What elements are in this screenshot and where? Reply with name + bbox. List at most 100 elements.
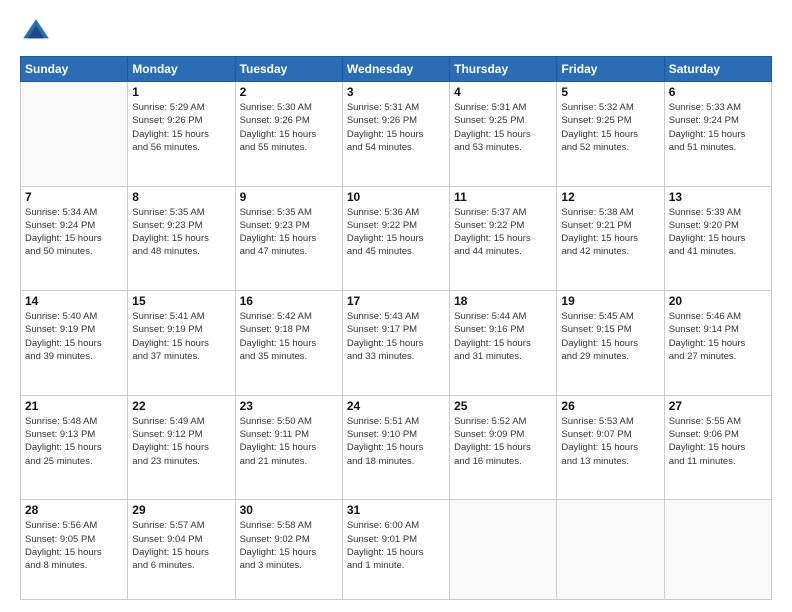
day-info: Sunrise: 5:38 AM Sunset: 9:21 PM Dayligh… (561, 206, 659, 259)
day-info: Sunrise: 5:55 AM Sunset: 9:06 PM Dayligh… (669, 415, 767, 468)
day-info: Sunrise: 5:35 AM Sunset: 9:23 PM Dayligh… (240, 206, 338, 259)
day-number: 6 (669, 85, 767, 99)
day-info: Sunrise: 5:31 AM Sunset: 9:25 PM Dayligh… (454, 101, 552, 154)
page: SundayMondayTuesdayWednesdayThursdayFrid… (0, 0, 792, 612)
day-number: 29 (132, 503, 230, 517)
calendar-cell: 15 Sunrise: 5:41 AM Sunset: 9:19 PM Dayli… (128, 291, 235, 396)
day-info: Sunrise: 5:31 AM Sunset: 9:26 PM Dayligh… (347, 101, 445, 154)
day-number: 27 (669, 399, 767, 413)
calendar-cell: 10 Sunrise: 5:36 AM Sunset: 9:22 PM Dayli… (342, 186, 449, 291)
day-info: Sunrise: 5:37 AM Sunset: 9:22 PM Dayligh… (454, 206, 552, 259)
day-number: 16 (240, 294, 338, 308)
calendar-cell: 20 Sunrise: 5:46 AM Sunset: 9:14 PM Dayli… (664, 291, 771, 396)
day-info: Sunrise: 5:41 AM Sunset: 9:19 PM Dayligh… (132, 310, 230, 363)
calendar-header-saturday: Saturday (664, 57, 771, 82)
day-info: Sunrise: 5:53 AM Sunset: 9:07 PM Dayligh… (561, 415, 659, 468)
calendar-cell: 2 Sunrise: 5:30 AM Sunset: 9:26 PM Daylig… (235, 82, 342, 187)
day-number: 5 (561, 85, 659, 99)
calendar-cell: 26 Sunrise: 5:53 AM Sunset: 9:07 PM Dayli… (557, 395, 664, 500)
calendar-cell: 17Sunrise: 5:43 AM Sunset: 9:17 PM Dayli… (342, 291, 449, 396)
day-number: 1 (132, 85, 230, 99)
day-number: 30 (240, 503, 338, 517)
calendar-cell: 21 Sunrise: 5:48 AM Sunset: 9:13 PM Dayli… (21, 395, 128, 500)
calendar-header-thursday: Thursday (450, 57, 557, 82)
day-number: 23 (240, 399, 338, 413)
day-info: Sunrise: 5:48 AM Sunset: 9:13 PM Dayligh… (25, 415, 123, 468)
day-info: Sunrise: 5:29 AM Sunset: 9:26 PM Dayligh… (132, 101, 230, 154)
day-info: Sunrise: 5:42 AM Sunset: 9:18 PM Dayligh… (240, 310, 338, 363)
day-number: 8 (132, 190, 230, 204)
calendar-cell: 27 Sunrise: 5:55 AM Sunset: 9:06 PM Dayli… (664, 395, 771, 500)
calendar-cell: 14 Sunrise: 5:40 AM Sunset: 9:19 PM Dayli… (21, 291, 128, 396)
day-info: Sunrise: 5:44 AM Sunset: 9:16 PM Dayligh… (454, 310, 552, 363)
day-number: 28 (25, 503, 123, 517)
day-number: 2 (240, 85, 338, 99)
calendar-cell: 8 Sunrise: 5:35 AM Sunset: 9:23 PM Daylig… (128, 186, 235, 291)
calendar-header-monday: Monday (128, 57, 235, 82)
header (20, 16, 772, 48)
calendar-cell: 23 Sunrise: 5:50 AM Sunset: 9:11 PM Dayli… (235, 395, 342, 500)
calendar-cell (557, 500, 664, 600)
calendar-cell: 13 Sunrise: 5:39 AM Sunset: 9:20 PM Dayli… (664, 186, 771, 291)
day-info: Sunrise: 5:57 AM Sunset: 9:04 PM Dayligh… (132, 519, 230, 572)
calendar-cell: 5Sunrise: 5:32 AM Sunset: 9:25 PM Daylig… (557, 82, 664, 187)
day-number: 10 (347, 190, 445, 204)
day-info: Sunrise: 5:39 AM Sunset: 9:20 PM Dayligh… (669, 206, 767, 259)
day-number: 7 (25, 190, 123, 204)
day-number: 25 (454, 399, 552, 413)
calendar-cell: 18 Sunrise: 5:44 AM Sunset: 9:16 PM Dayli… (450, 291, 557, 396)
calendar-header-wednesday: Wednesday (342, 57, 449, 82)
calendar-cell: 4 Sunrise: 5:31 AM Sunset: 9:25 PM Daylig… (450, 82, 557, 187)
calendar-cell: 16 Sunrise: 5:42 AM Sunset: 9:18 PM Dayli… (235, 291, 342, 396)
day-number: 11 (454, 190, 552, 204)
day-number: 19 (561, 294, 659, 308)
day-info: Sunrise: 5:52 AM Sunset: 9:09 PM Dayligh… (454, 415, 552, 468)
day-info: Sunrise: 5:50 AM Sunset: 9:11 PM Dayligh… (240, 415, 338, 468)
day-info: Sunrise: 5:30 AM Sunset: 9:26 PM Dayligh… (240, 101, 338, 154)
calendar-cell: 28 Sunrise: 5:56 AM Sunset: 9:05 PM Dayli… (21, 500, 128, 600)
calendar-cell (664, 500, 771, 600)
day-info: Sunrise: 5:34 AM Sunset: 9:24 PM Dayligh… (25, 206, 123, 259)
day-info: Sunrise: 5:46 AM Sunset: 9:14 PM Dayligh… (669, 310, 767, 363)
calendar-cell: 9 Sunrise: 5:35 AM Sunset: 9:23 PM Daylig… (235, 186, 342, 291)
day-number: 15 (132, 294, 230, 308)
day-info: Sunrise: 5:43 AM Sunset: 9:17 PM Dayligh… (347, 310, 445, 363)
calendar-week-row: 1 Sunrise: 5:29 AM Sunset: 9:26 PM Daylig… (21, 82, 772, 187)
calendar-cell: 25 Sunrise: 5:52 AM Sunset: 9:09 PM Dayli… (450, 395, 557, 500)
day-number: 3 (347, 85, 445, 99)
day-number: 4 (454, 85, 552, 99)
day-number: 18 (454, 294, 552, 308)
calendar-cell (450, 500, 557, 600)
calendar-header-sunday: Sunday (21, 57, 128, 82)
calendar-cell: 29 Sunrise: 5:57 AM Sunset: 9:04 PM Dayli… (128, 500, 235, 600)
calendar-cell: 19 Sunrise: 5:45 AM Sunset: 9:15 PM Dayli… (557, 291, 664, 396)
logo-icon (20, 16, 52, 48)
day-number: 14 (25, 294, 123, 308)
day-number: 21 (25, 399, 123, 413)
calendar-week-row: 28 Sunrise: 5:56 AM Sunset: 9:05 PM Dayli… (21, 500, 772, 600)
calendar-header-tuesday: Tuesday (235, 57, 342, 82)
calendar-cell: 6Sunrise: 5:33 AM Sunset: 9:24 PM Daylig… (664, 82, 771, 187)
day-number: 13 (669, 190, 767, 204)
day-number: 12 (561, 190, 659, 204)
day-info: Sunrise: 5:56 AM Sunset: 9:05 PM Dayligh… (25, 519, 123, 572)
calendar-cell: 22Sunrise: 5:49 AM Sunset: 9:12 PM Dayli… (128, 395, 235, 500)
day-number: 9 (240, 190, 338, 204)
calendar-week-row: 7 Sunrise: 5:34 AM Sunset: 9:24 PM Daylig… (21, 186, 772, 291)
day-number: 22 (132, 399, 230, 413)
day-number: 26 (561, 399, 659, 413)
day-info: Sunrise: 5:40 AM Sunset: 9:19 PM Dayligh… (25, 310, 123, 363)
calendar-cell: 7 Sunrise: 5:34 AM Sunset: 9:24 PM Daylig… (21, 186, 128, 291)
day-info: Sunrise: 5:45 AM Sunset: 9:15 PM Dayligh… (561, 310, 659, 363)
day-number: 31 (347, 503, 445, 517)
calendar-table: SundayMondayTuesdayWednesdayThursdayFrid… (20, 56, 772, 600)
day-info: Sunrise: 5:35 AM Sunset: 9:23 PM Dayligh… (132, 206, 230, 259)
day-info: Sunrise: 5:36 AM Sunset: 9:22 PM Dayligh… (347, 206, 445, 259)
calendar-week-row: 14 Sunrise: 5:40 AM Sunset: 9:19 PM Dayli… (21, 291, 772, 396)
day-number: 20 (669, 294, 767, 308)
calendar-cell: 30Sunrise: 5:58 AM Sunset: 9:02 PM Dayli… (235, 500, 342, 600)
calendar-cell: 24Sunrise: 5:51 AM Sunset: 9:10 PM Dayli… (342, 395, 449, 500)
calendar-week-row: 21 Sunrise: 5:48 AM Sunset: 9:13 PM Dayli… (21, 395, 772, 500)
calendar-header-friday: Friday (557, 57, 664, 82)
calendar-cell: 3 Sunrise: 5:31 AM Sunset: 9:26 PM Daylig… (342, 82, 449, 187)
